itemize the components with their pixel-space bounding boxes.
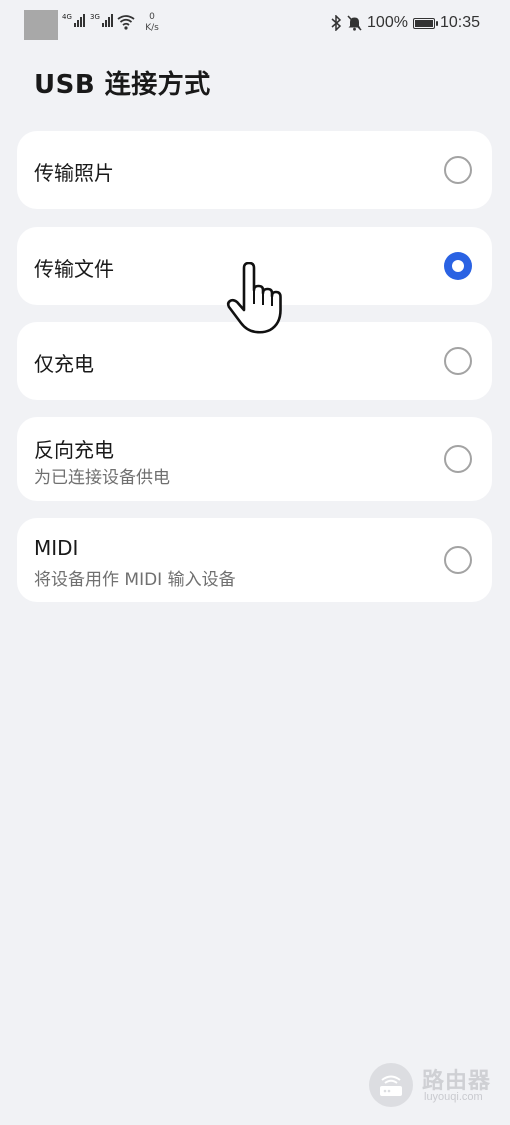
network-type-2: 3G	[90, 13, 100, 21]
option-label: 反向充电	[34, 438, 114, 462]
network-speed-value: 0	[149, 12, 155, 22]
notification-thumbnail	[24, 10, 58, 40]
radio-button[interactable]	[444, 546, 472, 574]
bluetooth-icon	[331, 15, 342, 31]
router-logo-icon	[369, 1063, 413, 1107]
radio-button-selected[interactable]	[444, 252, 472, 280]
battery-icon	[412, 17, 438, 29]
signal-icon: 4G	[62, 14, 85, 27]
clock: 10:35	[439, 14, 480, 31]
wifi-icon	[117, 15, 135, 30]
hand-pointer-icon	[226, 262, 282, 334]
watermark-subtext: luyouqi.com	[424, 1091, 483, 1103]
battery-percent: 100%	[367, 14, 408, 31]
radio-button[interactable]	[444, 445, 472, 473]
network-speed-unit: K/s	[145, 23, 159, 33]
option-label: 仅充电	[34, 352, 94, 376]
option-reverse-charging[interactable]: 反向充电 为已连接设备供电	[17, 417, 492, 501]
radio-button[interactable]	[444, 156, 472, 184]
option-subtitle: 将设备用作 MIDI 输入设备	[34, 570, 236, 590]
watermark: 路由器 luyouqi.com	[369, 1061, 499, 1113]
signal-icon: 3G	[90, 14, 113, 27]
network-type-1: 4G	[62, 13, 72, 21]
option-transfer-photos[interactable]: 传输照片	[17, 131, 492, 209]
option-label: 传输照片	[34, 161, 114, 185]
option-midi[interactable]: MIDI 将设备用作 MIDI 输入设备	[17, 518, 492, 602]
option-label: MIDI	[34, 536, 79, 560]
battery-fill	[414, 19, 433, 27]
option-label: 传输文件	[34, 257, 114, 281]
radio-button[interactable]	[444, 347, 472, 375]
status-bar: 4G 3G 0 K/s 100% 10:35	[0, 0, 510, 50]
mute-icon	[347, 15, 362, 31]
page-title: USB 连接方式	[34, 70, 211, 100]
network-speed: 0 K/s	[142, 12, 162, 34]
option-subtitle: 为已连接设备供电	[34, 468, 170, 488]
